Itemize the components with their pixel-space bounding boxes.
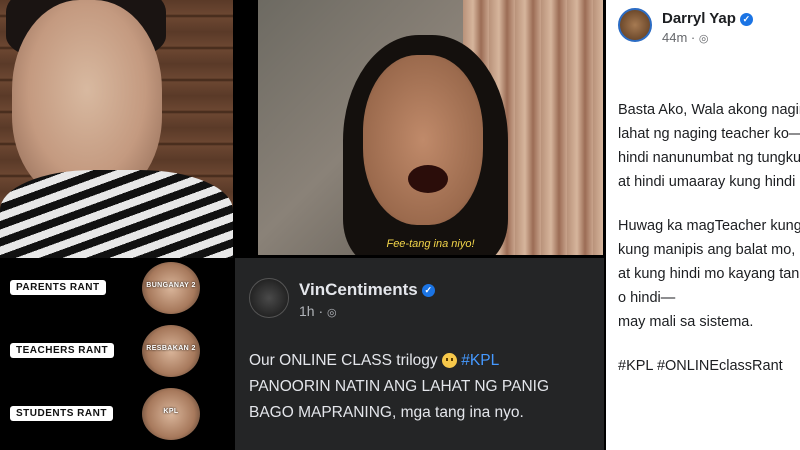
- globe-icon: ◎: [698, 33, 709, 45]
- text-line: may mali sa sistema.: [618, 314, 754, 330]
- post-author[interactable]: VinCentiments ✓: [299, 280, 435, 300]
- text-line: lahat ng naging teacher ko—matil: [618, 126, 800, 142]
- post-time[interactable]: 44m ·: [662, 30, 695, 45]
- thumbnail-title: RESBAKAN 2: [146, 345, 196, 352]
- rant-thumbnail[interactable]: RESBAKAN 2: [142, 325, 200, 377]
- rant-item-parents[interactable]: PARENTS RANT BUNGANAY 2: [0, 258, 233, 318]
- hashtag-link[interactable]: #KPL: [461, 352, 499, 369]
- post-hashtags[interactable]: #KPL #ONLINEclassRant: [618, 354, 800, 378]
- text-line: BAGO MAPRANING, mga tang ina nyo.: [249, 404, 524, 421]
- rant-label: PARENTS RANT: [10, 280, 106, 295]
- rant-thumbnail[interactable]: BUNGANAY 2: [142, 262, 200, 314]
- smile-emoji-icon: [441, 353, 457, 369]
- text-line: Huwag ka magTeacher kung mak: [618, 218, 800, 234]
- text-line: PANOORIN NATIN ANG LAHAT NG PANIG: [249, 378, 550, 395]
- facebook-post-vincentiments: VinCentiments ✓ 1h · ◎ Our ONLINE CLASS t…: [235, 258, 604, 450]
- post-body: Our ONLINE CLASS trilogy #KPL PANOORIN N…: [249, 348, 594, 426]
- paragraph-1: Basta Ako, Wala akong naging Te lahat ng…: [618, 98, 800, 194]
- text-line: kung manipis ang balat mo,: [618, 242, 796, 258]
- photo-screaming-woman: Fee-tang ina niyo!: [258, 0, 603, 255]
- globe-icon: ◎: [327, 307, 337, 319]
- rant-item-teachers[interactable]: TEACHERS RANT RESBAKAN 2: [0, 321, 233, 381]
- striped-shirt: [0, 170, 233, 258]
- face-shape: [363, 55, 483, 225]
- rant-label: STUDENTS RANT: [10, 406, 113, 421]
- subtitle-caption: Fee-tang ina niyo!: [386, 238, 475, 250]
- author-name[interactable]: VinCentiments: [299, 280, 418, 299]
- verified-badge-icon: ✓: [421, 284, 435, 298]
- thumbnail-title: KPL: [163, 408, 179, 415]
- avatar[interactable]: [249, 278, 289, 318]
- open-mouth: [408, 165, 448, 193]
- verified-badge-icon: ✓: [739, 12, 753, 26]
- rant-item-students[interactable]: STUDENTS RANT KPL: [0, 384, 233, 444]
- rant-thumbnail[interactable]: KPL: [142, 388, 200, 440]
- text-line: o hindi—: [618, 290, 676, 306]
- rant-list: PARENTS RANT BUNGANAY 2 TEACHERS RANT RE…: [0, 258, 233, 450]
- post-meta: 1h · ◎: [299, 303, 337, 319]
- thumbnail-title: BUNGANAY 2: [146, 282, 196, 289]
- text-line: Basta Ako, Wala akong naging Te: [618, 102, 800, 118]
- avatar[interactable]: [618, 8, 652, 42]
- text-line: at hindi umaaray kung hindi natat: [618, 174, 800, 190]
- facebook-post-darryl: Darryl Yap ✓ 44m · ◎ Basta Ako, Wala akon…: [606, 0, 800, 450]
- rant-label: TEACHERS RANT: [10, 343, 115, 358]
- text-span: Our ONLINE CLASS trilogy: [249, 352, 438, 369]
- post-meta: 44m · ◎: [662, 30, 708, 45]
- text-line: hindi nanunumbat ng tungkulin at: [618, 150, 800, 166]
- photo-man-selfie: [0, 0, 233, 258]
- paragraph-2: Huwag ka magTeacher kung mak kung manipi…: [618, 214, 800, 334]
- post-body: Basta Ako, Wala akong naging Te lahat ng…: [618, 98, 800, 378]
- post-time[interactable]: 1h ·: [299, 303, 323, 319]
- post-author[interactable]: Darryl Yap ✓: [662, 10, 753, 27]
- author-name[interactable]: Darryl Yap: [662, 10, 736, 27]
- text-line: at kung hindi mo kayang tanggap: [618, 266, 800, 282]
- text-line: Our ONLINE CLASS trilogy #KPL: [249, 348, 594, 374]
